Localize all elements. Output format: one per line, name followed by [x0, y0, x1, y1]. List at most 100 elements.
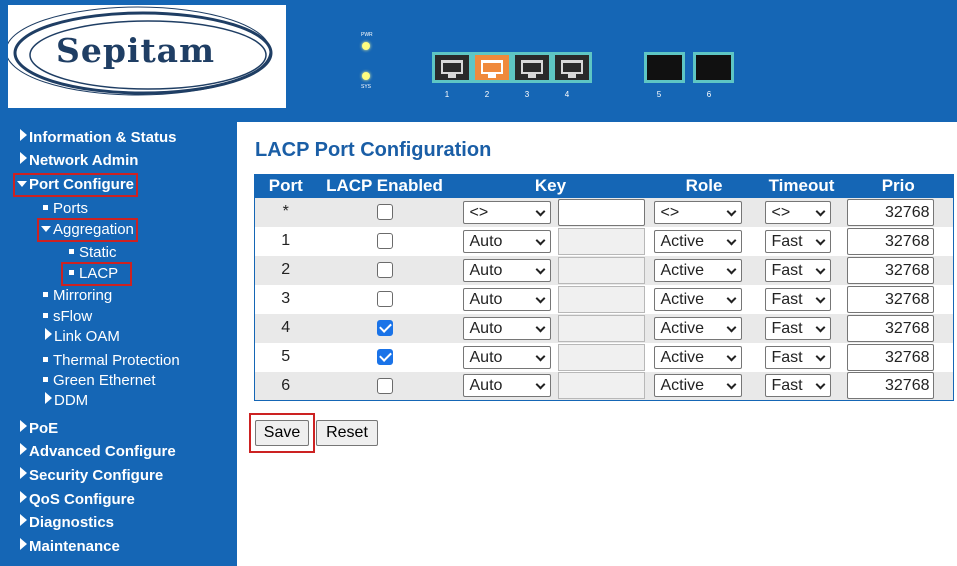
sidebar-item-link-oam[interactable]: Link OAM: [45, 328, 120, 346]
chevron-down-icon: [815, 293, 825, 303]
lacp-enabled-checkbox[interactable]: [376, 203, 393, 220]
prio-input[interactable]: 32768: [846, 198, 934, 226]
sidebar-item-advanced-configure[interactable]: Advanced Configure: [20, 443, 176, 461]
key-select[interactable]: <>: [462, 200, 551, 224]
role-select[interactable]: <>: [653, 200, 742, 224]
timeout-select[interactable]: Fast: [764, 229, 831, 253]
sys-led-icon: [362, 72, 370, 80]
sidebar-item-static[interactable]: Static: [69, 244, 117, 262]
prio-cell: 32768: [843, 342, 954, 372]
top-banner: Sepitam PWR SYS 1 2 3 4 5 6: [0, 0, 957, 122]
role-select[interactable]: Active: [653, 287, 742, 311]
timeout-select[interactable]: Fast: [764, 316, 831, 340]
key-select[interactable]: Auto: [462, 374, 551, 398]
sidebar-item-ddm[interactable]: DDM: [45, 392, 88, 410]
key-value-input[interactable]: [557, 314, 645, 342]
port-5-sfp-icon[interactable]: [644, 52, 685, 83]
key-value-input[interactable]: [557, 227, 645, 255]
key-value-input[interactable]: [557, 256, 645, 284]
sidebar-item-information-status[interactable]: Information & Status: [20, 129, 177, 147]
chevron-down-icon: [726, 379, 736, 390]
column-header-lacp-enabled: LACP Enabled: [316, 174, 453, 198]
port-2-icon[interactable]: [472, 52, 512, 83]
sidebar-item-thermal-protection[interactable]: Thermal Protection: [43, 352, 180, 370]
prio-cell: 32768: [843, 371, 954, 401]
save-button[interactable]: Save: [255, 420, 309, 446]
key-select[interactable]: Auto: [462, 316, 551, 340]
table-row: 6 Auto Active Fast 32768: [254, 371, 954, 401]
timeout-select[interactable]: Fast: [764, 258, 831, 282]
key-select[interactable]: Auto: [462, 345, 551, 369]
sidebar-item-aggregation[interactable]: Aggregation: [37, 218, 138, 242]
logo: Sepitam: [8, 5, 286, 108]
role-cell: Active: [648, 255, 760, 285]
column-header-timeout: Timeout: [759, 174, 844, 198]
port-number: 6: [706, 90, 712, 99]
key-select[interactable]: Auto: [462, 287, 551, 311]
lacp-enabled-cell: [316, 313, 453, 343]
port-number: 3: [524, 90, 530, 99]
sidebar-item-qos-configure[interactable]: QoS Configure: [20, 491, 135, 509]
prio-input[interactable]: 32768: [846, 227, 934, 255]
sidebar-item-green-ethernet[interactable]: Green Ethernet: [43, 372, 156, 390]
timeout-cell: Fast: [759, 371, 844, 401]
sidebar-item-security-configure[interactable]: Security Configure: [20, 467, 163, 485]
timeout-cell: Fast: [759, 342, 844, 372]
prio-input[interactable]: 32768: [846, 314, 934, 342]
timeout-select[interactable]: Fast: [764, 374, 831, 398]
sidebar-item-network-admin[interactable]: Network Admin: [20, 152, 138, 170]
chevron-down-icon: [815, 264, 825, 274]
prio-input[interactable]: 32768: [846, 285, 934, 313]
lacp-enabled-checkbox[interactable]: [376, 348, 393, 365]
lacp-enabled-cell: [316, 197, 453, 227]
role-select[interactable]: Active: [653, 374, 742, 398]
prio-input[interactable]: 32768: [846, 372, 934, 400]
timeout-select[interactable]: <>: [764, 200, 831, 224]
sidebar-item-sflow[interactable]: sFlow: [43, 308, 92, 326]
key-value-input[interactable]: [557, 285, 645, 313]
lacp-enabled-checkbox[interactable]: [376, 290, 393, 307]
port-1-icon[interactable]: [432, 52, 472, 83]
key-value-input[interactable]: [557, 198, 645, 226]
role-select[interactable]: Active: [653, 345, 742, 369]
triangle-down-icon: [41, 226, 51, 232]
reset-button[interactable]: Reset: [316, 420, 378, 446]
column-header-port: Port: [254, 174, 317, 198]
chevron-down-icon: [726, 206, 736, 216]
sidebar-item-diagnostics[interactable]: Diagnostics: [20, 514, 114, 532]
column-header-prio: Prio: [843, 174, 954, 198]
role-select[interactable]: Active: [653, 316, 742, 340]
table-row: 1 Auto Active Fast 32768: [254, 226, 954, 256]
chevron-down-icon: [535, 322, 545, 332]
lacp-enabled-checkbox[interactable]: [376, 319, 393, 336]
port-6-sfp-icon[interactable]: [693, 52, 734, 83]
port-cell: 4: [254, 313, 317, 343]
role-cell: Active: [648, 313, 760, 343]
sidebar-item-port-configure[interactable]: Port Configure: [13, 173, 138, 197]
key-value-input[interactable]: [557, 372, 645, 400]
prio-input[interactable]: 32768: [846, 256, 934, 284]
sidebar-item-mirroring[interactable]: Mirroring: [43, 287, 112, 305]
role-select[interactable]: Active: [653, 229, 742, 253]
prio-input[interactable]: 32768: [846, 343, 934, 371]
sidebar-item-ports[interactable]: Ports: [43, 200, 88, 218]
square-bullet-icon: [43, 357, 48, 362]
port-4-icon[interactable]: [552, 52, 592, 83]
lacp-enabled-checkbox[interactable]: [376, 261, 393, 278]
timeout-select[interactable]: Fast: [764, 345, 831, 369]
sidebar-item-lacp[interactable]: LACP: [61, 262, 132, 286]
timeout-select[interactable]: Fast: [764, 287, 831, 311]
role-cell: Active: [648, 284, 760, 314]
port-3-icon[interactable]: [512, 52, 552, 83]
key-cell: Auto: [452, 342, 649, 372]
key-value-input[interactable]: [557, 343, 645, 371]
key-select[interactable]: Auto: [462, 258, 551, 282]
sidebar-item-maintenance[interactable]: Maintenance: [20, 538, 120, 556]
lacp-enabled-checkbox[interactable]: [376, 232, 393, 249]
table-row: 2 Auto Active Fast 32768: [254, 255, 954, 285]
role-select[interactable]: Active: [653, 258, 742, 282]
timeout-cell: <>: [759, 197, 844, 227]
lacp-enabled-checkbox[interactable]: [376, 377, 393, 394]
sidebar-item-poe[interactable]: PoE: [20, 420, 58, 438]
key-select[interactable]: Auto: [462, 229, 551, 253]
